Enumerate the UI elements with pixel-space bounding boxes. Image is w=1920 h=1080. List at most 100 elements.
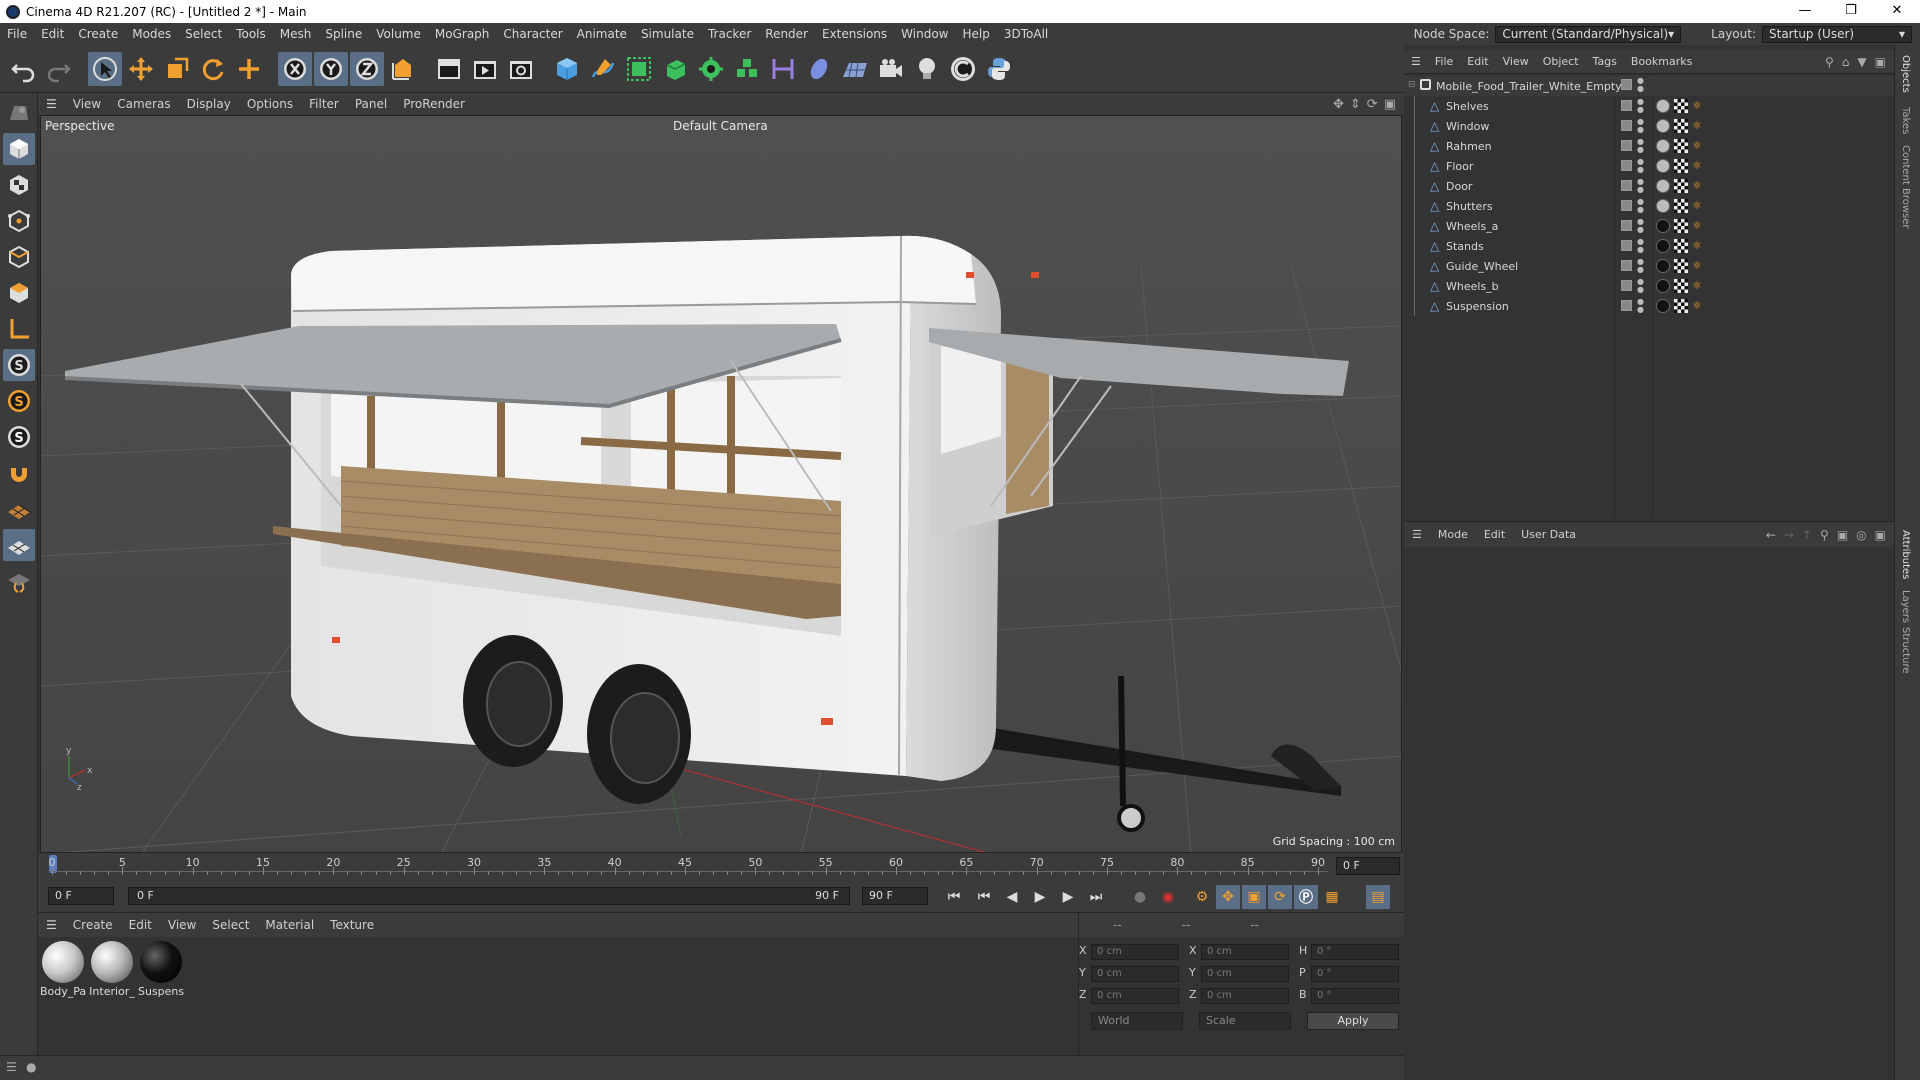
record-active-button[interactable]: ●: [1128, 885, 1152, 909]
floor-button[interactable]: [838, 52, 872, 86]
back-arrow-icon[interactable]: ←: [1766, 528, 1776, 542]
rotate-button[interactable]: [196, 52, 230, 86]
visibility-dots-icon[interactable]: ● ●: [1637, 198, 1644, 214]
pen-spline-button[interactable]: [586, 52, 620, 86]
layer-check-icon[interactable]: [1621, 140, 1632, 151]
position-x-field[interactable]: 0 cm: [1091, 944, 1179, 960]
viewport-menu-filter[interactable]: Filter: [301, 97, 347, 111]
material-tag-icon[interactable]: [1656, 239, 1670, 253]
render-settings-button[interactable]: [504, 52, 538, 86]
magnet-button[interactable]: [3, 457, 35, 489]
collapse-icon[interactable]: ⊟: [1408, 80, 1418, 92]
visibility-dots-icon[interactable]: ● ●: [1637, 278, 1644, 294]
hamburger-icon[interactable]: ☰: [1404, 55, 1428, 68]
minimize-icon[interactable]: —: [1782, 0, 1828, 23]
position-z-field[interactable]: 0 cm: [1091, 988, 1179, 1004]
maximize-view-icon[interactable]: ▣: [1384, 97, 1396, 112]
rotation-h-field[interactable]: 0 °: [1311, 944, 1399, 960]
tab-layers[interactable]: Layers: [1900, 590, 1911, 623]
material-tag-icon[interactable]: [1656, 299, 1670, 313]
menu-file[interactable]: File: [0, 27, 34, 41]
phong-tag-icon[interactable]: ⚛: [1692, 119, 1702, 132]
workplane-button[interactable]: [3, 493, 35, 525]
live-selection-button[interactable]: [88, 51, 122, 86]
hamburger-icon[interactable]: ☰: [38, 97, 65, 111]
visibility-dots-icon[interactable]: ● ●: [1637, 238, 1644, 254]
layer-check-icon[interactable]: [1621, 160, 1632, 171]
pan-view-icon[interactable]: ✥: [1333, 97, 1344, 112]
axis-mode-button[interactable]: [3, 313, 35, 345]
menu-tools[interactable]: Tools: [229, 27, 273, 41]
render-to-picture-viewer-button[interactable]: [468, 52, 502, 86]
material-swatch[interactable]: Suspens: [138, 941, 184, 998]
phong-tag-icon[interactable]: ⚛: [1692, 199, 1702, 212]
phong-tag-icon[interactable]: ⚛: [1692, 259, 1702, 272]
uvw-tag-icon[interactable]: [1674, 179, 1688, 193]
menu-animate[interactable]: Animate: [570, 27, 634, 41]
om-menu-file[interactable]: File: [1428, 55, 1460, 68]
node-space-dropdown[interactable]: Current (Standard/Physical) ▾: [1495, 25, 1682, 43]
menu-select[interactable]: Select: [178, 27, 229, 41]
phong-tag-icon[interactable]: ⚛: [1692, 299, 1702, 312]
field-button[interactable]: [766, 52, 800, 86]
previous-key-button[interactable]: ⏮: [972, 885, 996, 909]
om-menu-bookmarks[interactable]: Bookmarks: [1624, 55, 1699, 68]
uvw-tag-icon[interactable]: [1674, 239, 1688, 253]
object-row[interactable]: △ Door ● ● ⚛: [1404, 176, 1894, 196]
layer-check-icon[interactable]: [1621, 260, 1632, 271]
tab-attributes[interactable]: Attributes: [1900, 530, 1911, 579]
deformer-button[interactable]: [730, 52, 764, 86]
play-button[interactable]: ▶: [1028, 885, 1052, 909]
viewport-menu-display[interactable]: Display: [179, 97, 239, 111]
workplane-snap-button[interactable]: S: [3, 421, 35, 453]
restore-icon[interactable]: ❐: [1828, 0, 1874, 23]
viewport-menu-prorender[interactable]: ProRender: [395, 97, 473, 111]
uvw-tag-icon[interactable]: [1674, 299, 1688, 313]
phong-tag-icon[interactable]: ⚛: [1692, 219, 1702, 232]
filter-icon[interactable]: ▼: [1857, 55, 1866, 69]
size-z-field[interactable]: 0 cm: [1201, 988, 1289, 1004]
visibility-dots-icon[interactable]: ● ●: [1637, 178, 1644, 194]
material-menu-select[interactable]: Select: [204, 918, 257, 932]
environment-button[interactable]: [802, 52, 836, 86]
new-panel-icon[interactable]: ▣: [1875, 55, 1886, 69]
menu-character[interactable]: Character: [496, 27, 569, 41]
menu-help[interactable]: Help: [956, 27, 997, 41]
size-y-field[interactable]: 0 cm: [1201, 966, 1289, 982]
world-dropdown[interactable]: World: [1091, 1012, 1183, 1030]
material-tag-icon[interactable]: [1656, 199, 1670, 213]
material-tag-icon[interactable]: [1656, 179, 1670, 193]
search-icon[interactable]: ⚲: [1825, 55, 1834, 69]
layer-check-icon[interactable]: [1621, 100, 1632, 111]
om-menu-edit[interactable]: Edit: [1460, 55, 1495, 68]
material-menu-create[interactable]: Create: [65, 918, 121, 932]
menu-3dtoall[interactable]: 3DToAll: [997, 27, 1055, 41]
attr-menu-user-data[interactable]: User Data: [1513, 528, 1584, 541]
perspective-viewport[interactable]: y x z Perspective Default Camera Grid Sp…: [40, 115, 1402, 853]
material-tag-icon[interactable]: [1656, 99, 1670, 113]
visibility-dots-icon[interactable]: ● ●: [1637, 158, 1644, 174]
object-row[interactable]: △ Rahmen ● ● ⚛: [1404, 136, 1894, 156]
uvw-tag-icon[interactable]: [1674, 259, 1688, 273]
key-rotation-button[interactable]: ⟳: [1268, 885, 1292, 909]
menu-spline[interactable]: Spline: [318, 27, 369, 41]
key-parameter-button[interactable]: Ⓟ: [1294, 885, 1318, 909]
timeline-window-button[interactable]: ▤: [1366, 885, 1390, 909]
camera-button[interactable]: [874, 52, 908, 86]
recent-tool-button[interactable]: [232, 52, 266, 86]
layer-check-icon[interactable]: [1621, 280, 1632, 291]
menu-render[interactable]: Render: [758, 27, 815, 41]
object-row[interactable]: △ Wheels_a ● ● ⚛: [1404, 216, 1894, 236]
layout-dropdown[interactable]: Startup (User) ▾: [1762, 25, 1912, 43]
om-menu-view[interactable]: View: [1496, 55, 1536, 68]
phong-tag-icon[interactable]: ⚛: [1692, 159, 1702, 172]
menu-mograph[interactable]: MoGraph: [428, 27, 497, 41]
z-axis-button[interactable]: [350, 51, 384, 86]
uvw-tag-icon[interactable]: [1674, 159, 1688, 173]
object-row[interactable]: △ Floor ● ● ⚛: [1404, 156, 1894, 176]
object-row[interactable]: △ Stands ● ● ⚛: [1404, 236, 1894, 256]
size-x-field[interactable]: 0 cm: [1201, 944, 1289, 960]
phong-tag-icon[interactable]: ⚛: [1692, 239, 1702, 252]
layer-check-icon[interactable]: [1621, 120, 1632, 131]
target-icon[interactable]: ◎: [1856, 528, 1866, 542]
